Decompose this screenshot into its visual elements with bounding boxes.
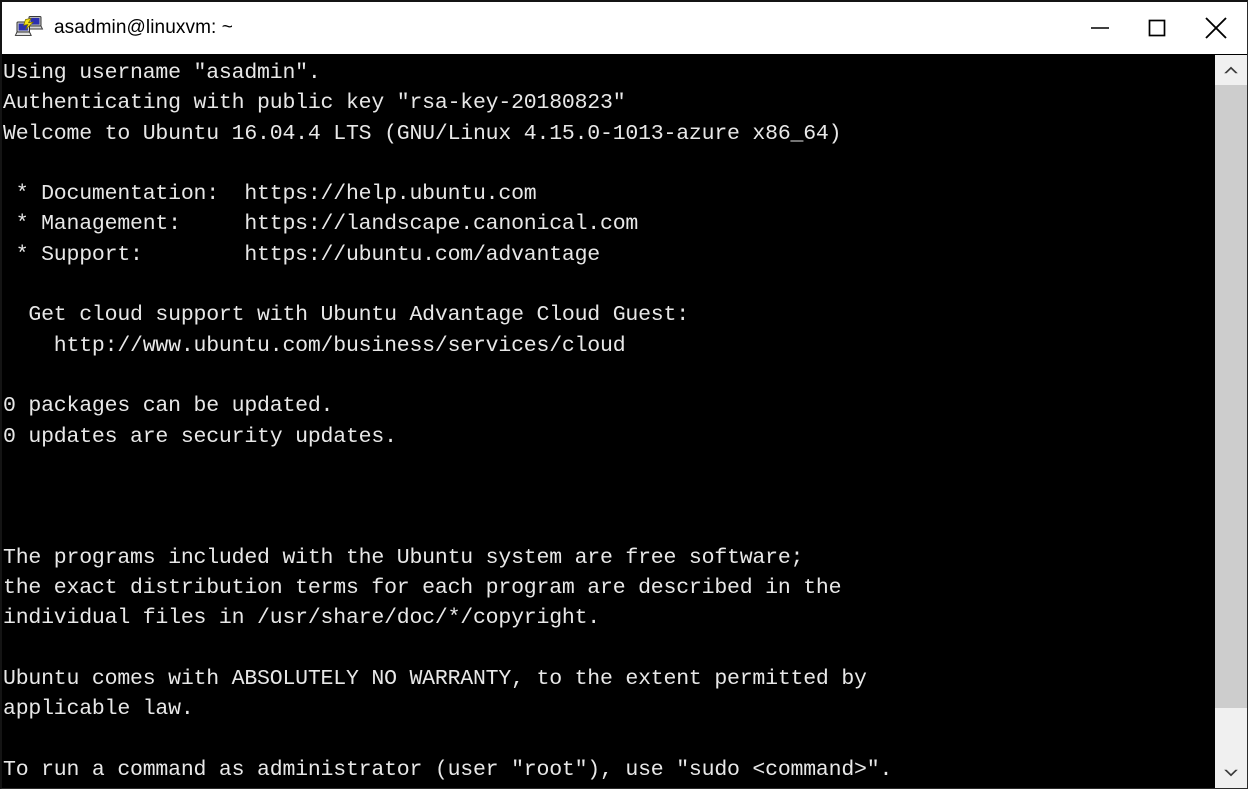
terminal-line: Using username "asadmin". — [3, 61, 321, 85]
terminal-line: individual files in /usr/share/doc/*/cop… — [3, 606, 600, 631]
putty-window: asadmin@linuxvm: ~ Using username "asadm… — [0, 0, 1248, 789]
minimize-button[interactable] — [1071, 2, 1128, 54]
terminal-line: To run a command as administrator (user … — [3, 757, 893, 782]
terminal-line: Authenticating with public key "rsa-key-… — [3, 91, 626, 116]
window-body: Using username "asadmin". Authenticating … — [2, 55, 1247, 788]
terminal-scrollbar[interactable] — [1214, 55, 1247, 788]
putty-icon — [14, 13, 44, 43]
title-bar-left: asadmin@linuxvm: ~ — [2, 13, 1071, 43]
terminal-line-list: Using username "asadmin". Authenticating … — [3, 58, 1214, 785]
terminal-line: the exact distribution terms for each pr… — [3, 576, 842, 601]
scroll-down-arrow-icon[interactable] — [1215, 758, 1247, 788]
close-icon — [1200, 12, 1232, 44]
scrollbar-track[interactable] — [1215, 85, 1247, 758]
terminal-line: 0 updates are security updates. — [3, 424, 397, 449]
scrollbar-thumb[interactable] — [1215, 85, 1247, 708]
terminal-line: * Support: https://ubuntu.com/advantage — [3, 242, 601, 267]
window-controls — [1071, 2, 1247, 54]
terminal-line: Get cloud support with Ubuntu Advantage … — [3, 303, 689, 328]
terminal-line: The programs included with the Ubuntu sy… — [3, 545, 804, 570]
terminal-line: http://www.ubuntu.com/business/services/… — [3, 333, 626, 358]
minimize-icon — [1087, 15, 1113, 41]
terminal-line: 0 packages can be updated. — [3, 394, 334, 419]
window-title: asadmin@linuxvm: ~ — [54, 17, 233, 38]
maximize-icon — [1144, 15, 1170, 41]
title-bar[interactable]: asadmin@linuxvm: ~ — [2, 2, 1247, 55]
terminal-line: * Management: https://landscape.canonica… — [3, 212, 639, 237]
close-button[interactable] — [1185, 2, 1247, 54]
terminal-line: * Documentation: https://help.ubuntu.com — [3, 182, 537, 207]
terminal-output[interactable]: Using username "asadmin". Authenticating … — [2, 55, 1214, 788]
terminal-line: Ubuntu comes with ABSOLUTELY NO WARRANTY… — [3, 666, 867, 691]
maximize-button[interactable] — [1128, 2, 1185, 54]
terminal-line: Welcome to Ubuntu 16.04.4 LTS (GNU/Linux… — [3, 121, 842, 146]
scroll-up-arrow-icon[interactable] — [1215, 55, 1247, 85]
terminal-line: applicable law. — [3, 697, 194, 722]
